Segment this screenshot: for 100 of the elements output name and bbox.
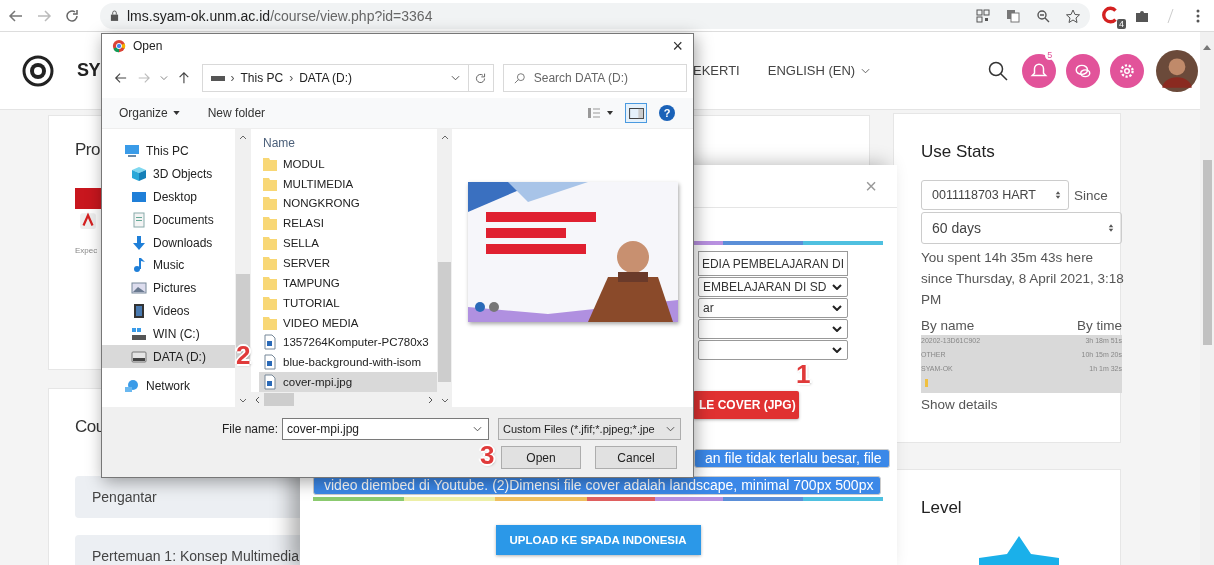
reload-icon[interactable]: [64, 7, 80, 24]
sort-arrows-icon: [1055, 190, 1061, 200]
drive-icon: [131, 348, 147, 365]
file-item[interactable]: SELLA: [259, 233, 437, 254]
scrollbar[interactable]: [235, 129, 251, 407]
help-button[interactable]: ?: [659, 105, 675, 121]
title-input[interactable]: EDIA PEMBELAJARAN DI: [698, 251, 848, 276]
dropdown-select[interactable]: [698, 340, 848, 360]
extension-badge: 4: [1117, 18, 1126, 29]
scroll-up-icon[interactable]: [239, 135, 247, 140]
star-icon[interactable]: [1066, 8, 1080, 23]
folder-icon: [262, 274, 278, 291]
up-arrow-icon[interactable]: [176, 71, 191, 85]
nav-item[interactable]: DATA (D:): [102, 345, 235, 368]
breadcrumb-separator: ›: [289, 71, 294, 85]
nav-item[interactable]: Pictures: [102, 276, 235, 300]
nav-item[interactable]: Documents: [102, 208, 235, 232]
nav-link[interactable]: ENGLISH (EN): [767, 63, 871, 78]
drive-icon: [210, 75, 225, 81]
messages-button[interactable]: [1066, 53, 1101, 88]
zoom-icon[interactable]: [1036, 8, 1050, 23]
nav-item[interactable]: Desktop: [102, 185, 235, 209]
open-button[interactable]: Open: [501, 446, 581, 469]
dropdown-select[interactable]: EMBELAJARAN DI SD: [698, 277, 848, 297]
nav-item[interactable]: Network: [102, 374, 235, 398]
file-item[interactable]: RELASI: [259, 213, 437, 234]
gear-icon: [1118, 61, 1137, 80]
search-field[interactable]: Search DATA (D:): [502, 64, 687, 92]
chevron-icon: [666, 426, 675, 432]
chevron-icon[interactable]: [451, 75, 460, 81]
file-item[interactable]: NONGKRONG: [259, 193, 437, 214]
cover-file-button[interactable]: LE COVER (JPG): [693, 391, 799, 419]
nav-item[interactable]: 3D Objects: [102, 162, 235, 186]
browser-logo-icon: [112, 39, 126, 53]
address-bar[interactable]: lms.syam-ok.unm.ac.id/course/view.php?id=3364: [100, 2, 1090, 29]
scroll-thumb[interactable]: [1202, 160, 1212, 345]
nav-item[interactable]: Music: [102, 254, 235, 277]
logo-icon[interactable]: [22, 54, 54, 87]
file-name-field[interactable]: cover-mpi.jpg: [282, 418, 489, 440]
scroll-thumb[interactable]: [264, 393, 294, 406]
lock-icon: [110, 10, 119, 21]
dropdown-select[interactable]: [698, 319, 848, 339]
refresh-button[interactable]: [468, 64, 494, 92]
file-item[interactable]: TAMPUNG: [259, 272, 437, 293]
scrollbar[interactable]: [437, 129, 452, 407]
picture-icon: [131, 280, 147, 297]
notification-button[interactable]: [1022, 53, 1057, 88]
qr-code-icon[interactable]: [976, 8, 990, 23]
file-item[interactable]: MULTIMEDIA: [259, 173, 437, 194]
file-item[interactable]: VIDEO MEDIA: [259, 312, 437, 333]
chevron-icon: [473, 426, 482, 432]
address-field[interactable]: › This PC › DATA (D:): [201, 64, 469, 92]
search-icon[interactable]: [988, 60, 1009, 81]
breadcrumb-item[interactable]: This PC: [240, 71, 284, 85]
nav-item[interactable]: This PC: [102, 140, 235, 163]
step-number: 2: [236, 342, 251, 368]
nav-link[interactable]: EKERTI: [693, 63, 740, 78]
settings-button[interactable]: [1110, 53, 1145, 88]
back-icon[interactable]: [114, 71, 128, 85]
scroll-up-icon[interactable]: [1203, 44, 1211, 50]
dropdown-select[interactable]: ar: [698, 298, 848, 318]
translate-icon[interactable]: [1006, 8, 1020, 23]
file-item[interactable]: cover-mpi.jpg: [259, 372, 437, 392]
user-select[interactable]: 0011118703 HART: [921, 180, 1069, 210]
scroll-up-icon[interactable]: [440, 135, 449, 140]
card-title: Use Stats: [921, 142, 995, 162]
file-item[interactable]: TUTORIAL: [259, 292, 437, 313]
breadcrumb-item[interactable]: DATA (D:): [299, 71, 353, 85]
file-item[interactable]: MODUL: [259, 153, 437, 174]
file-type-select[interactable]: Custom Files (*.jfif;*.pjpeg;*.jpe: [498, 418, 681, 440]
file-item[interactable]: SERVER: [259, 253, 437, 273]
folder-icon: [262, 155, 278, 172]
file-item[interactable]: blue-background-with-isom: [259, 352, 437, 373]
preview-pane-button[interactable]: [625, 103, 647, 123]
avatar[interactable]: [1156, 49, 1199, 92]
scroll-down-icon[interactable]: [440, 398, 449, 403]
close-button[interactable]: ×: [672, 35, 683, 57]
scroll-down-icon[interactable]: [239, 398, 247, 403]
image-file-icon: [262, 334, 278, 351]
nav-item[interactable]: WIN (C:): [102, 322, 235, 346]
view-options-icon[interactable]: [587, 107, 615, 119]
scroll-right-icon[interactable]: [428, 395, 433, 404]
nav-item[interactable]: Videos: [102, 299, 235, 323]
site-name[interactable]: SY: [77, 60, 100, 81]
scroll-left-icon[interactable]: [255, 395, 260, 404]
search-icon: [513, 72, 526, 84]
file-item[interactable]: 1357264Komputer-PC780x3: [259, 332, 437, 353]
nav-item[interactable]: Downloads: [102, 231, 235, 254]
extension-icon[interactable]: [1102, 5, 1120, 24]
scroll-thumb[interactable]: [438, 261, 451, 382]
show-details-link[interactable]: Show details: [921, 397, 998, 412]
organize-button[interactable]: Organize: [119, 106, 180, 120]
back-icon[interactable]: [8, 7, 24, 24]
caption-text: Expec: [75, 246, 98, 255]
new-folder-button[interactable]: New folder: [207, 106, 266, 120]
download-icon: [131, 234, 147, 251]
column-header[interactable]: Name: [259, 136, 437, 154]
chevron-icon: [832, 305, 842, 311]
period-select[interactable]: 60 days: [921, 212, 1122, 244]
cancel-button[interactable]: Cancel: [595, 446, 677, 469]
